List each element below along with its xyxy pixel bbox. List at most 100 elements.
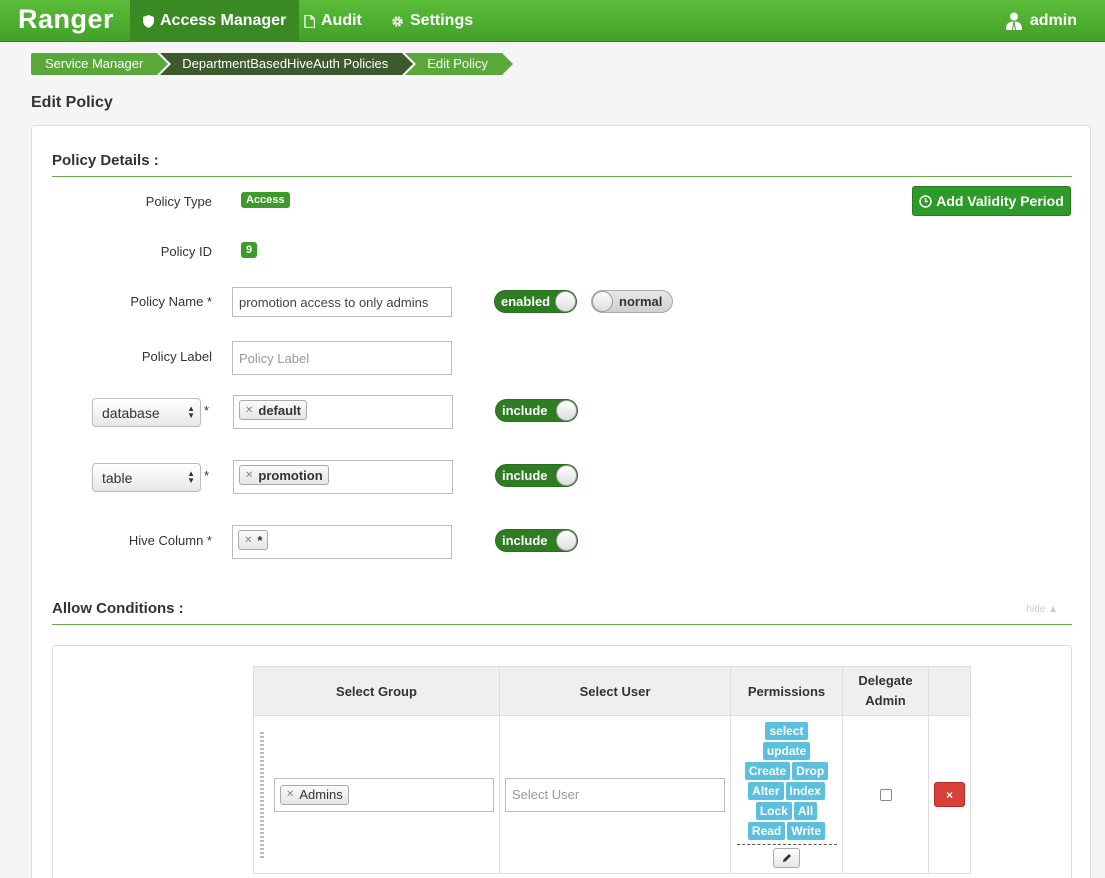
permission-all: All [793, 801, 818, 820]
table-tag: ✕ promotion [239, 465, 329, 485]
permission-create: Create [744, 761, 791, 780]
permission-row: select [764, 721, 808, 740]
remove-tag-icon[interactable]: ✕ [245, 405, 253, 416]
delete-row-button[interactable]: × [934, 782, 965, 807]
group-tag: ✕ Admins [280, 784, 349, 805]
nav-audit[interactable]: Audit [291, 0, 375, 42]
permission-alter: Alter [748, 781, 784, 800]
add-validity-period-label: Add Validity Period [936, 193, 1064, 209]
breadcrumb-policies[interactable]: DepartmentBasedHiveAuth Policies [160, 53, 417, 75]
policy-id-label: Policy ID [160, 244, 212, 259]
required-mark: * [204, 403, 210, 418]
user-name: admin [1029, 12, 1077, 29]
remove-tag-icon[interactable]: ✕ [244, 535, 252, 546]
policy-priority-toggle[interactable]: normal [591, 290, 673, 313]
column-header-select-group: Select Group [253, 666, 500, 716]
policy-label-input[interactable]: Policy Label [232, 341, 452, 375]
policy-form-panel: Policy Details : Policy Type Access Add … [31, 125, 1091, 878]
permission-select: select [765, 721, 808, 740]
hive-column-label: Hive Column * [128, 533, 212, 548]
policy-enabled-toggle-label: enabled [501, 294, 551, 309]
user-select-input[interactable]: Select User [505, 777, 725, 812]
resource-type-select-value: table [102, 469, 133, 486]
permission-write: Write [787, 821, 826, 840]
database-include-toggle[interactable]: include [495, 399, 578, 422]
remove-tag-icon[interactable]: ✕ [286, 789, 294, 800]
policy-details-heading: Policy Details : [52, 152, 1072, 177]
permission-row: Read Write [747, 821, 826, 840]
permission-index: Index [785, 781, 825, 800]
clock-icon [919, 194, 932, 208]
group-tag-label: Admins [299, 787, 343, 802]
permission-read: Read [747, 821, 786, 840]
resource-type-select-database[interactable]: database ▲ ▼ [92, 398, 201, 427]
table-include-toggle[interactable]: include [495, 464, 578, 487]
permission-row: update [762, 741, 811, 760]
page-title: Edit Policy [31, 94, 113, 111]
table-values-input[interactable]: ✕ promotion [233, 460, 453, 494]
shield-icon [143, 14, 154, 28]
hide-section-link[interactable]: hide ▲ [1026, 604, 1058, 615]
policy-label-label: Policy Label [141, 349, 212, 364]
required-mark: * [204, 468, 210, 483]
hide-section-label: hide [1026, 604, 1046, 615]
permission-lock: Lock [755, 801, 792, 820]
toggle-knob [555, 291, 576, 312]
database-values-input[interactable]: ✕ default [233, 395, 453, 429]
database-tag-label: default [258, 402, 302, 418]
column-header-delegate-admin: Delegate Admin [842, 666, 929, 716]
policy-enabled-toggle[interactable]: enabled [494, 290, 577, 313]
drag-handle-icon[interactable] [260, 732, 264, 858]
permissions-list: select update Create Drop Alter Index Lock… [731, 721, 842, 868]
select-arrows-icon: ▲ ▼ [187, 469, 195, 485]
policy-name-input[interactable]: promotion access to only admins [232, 287, 452, 317]
remove-tag-icon[interactable]: ✕ [245, 470, 253, 481]
permission-row: Create Drop [744, 761, 829, 780]
hive-column-tag: ✕ * [238, 530, 269, 550]
database-include-label: include [502, 403, 548, 418]
table-tag-label: promotion [258, 467, 323, 483]
user-menu[interactable]: admin [1005, 0, 1077, 42]
nav-access-manager-label: Access Manager [160, 12, 287, 29]
database-tag: ✕ default [239, 400, 308, 420]
policy-name-label: Policy Name * [130, 294, 212, 309]
edit-permissions-button[interactable] [773, 847, 800, 868]
user-cell: Select User [499, 715, 731, 874]
nav-settings[interactable]: Settings [378, 0, 486, 42]
policy-id-badge: 9 [241, 242, 258, 258]
breadcrumb: Service Manager DepartmentBasedHiveAuth … [31, 53, 516, 75]
top-navbar: Ranger Access Manager Audit Settings adm… [0, 0, 1105, 42]
resource-type-select-table[interactable]: table ▲ ▼ [92, 463, 201, 492]
table-include-label: include [502, 468, 548, 483]
table-row: ✕ Admins Select User select update Create… [253, 715, 971, 874]
nav-audit-label: Audit [321, 12, 362, 29]
delegate-admin-cell [842, 715, 929, 874]
toggle-knob [592, 291, 613, 312]
column-header-select-user: Select User [499, 666, 731, 716]
brand-logo[interactable]: Ranger [18, 4, 114, 35]
group-select-input[interactable]: ✕ Admins [274, 777, 494, 812]
actions-cell: × [928, 715, 971, 874]
delegate-admin-checkbox[interactable] [879, 788, 892, 801]
hive-column-include-toggle[interactable]: include [495, 529, 578, 552]
breadcrumb-service-manager[interactable]: Service Manager [31, 53, 172, 75]
add-validity-period-button[interactable]: Add Validity Period [912, 186, 1071, 216]
hive-column-input[interactable]: ✕ * [232, 525, 452, 559]
toggle-knob [556, 400, 577, 421]
permission-row: Lock All [755, 801, 818, 820]
hive-column-include-label: include [502, 533, 548, 548]
breadcrumb-edit-policy: Edit Policy [405, 53, 516, 75]
permission-update: update [762, 741, 811, 760]
nav-settings-label: Settings [410, 12, 474, 29]
select-arrows-icon: ▲ ▼ [187, 404, 195, 420]
toggle-knob [556, 465, 577, 486]
column-header-permissions: Permissions [730, 666, 843, 716]
toggle-knob [556, 530, 577, 551]
permissions-divider [736, 843, 837, 845]
column-header-actions [928, 666, 971, 716]
table-header-row: Select Group Select User Permissions Del… [253, 666, 971, 716]
gear-icon [392, 15, 403, 27]
allow-conditions-table: Select Group Select User Permissions Del… [253, 666, 971, 874]
policy-type-label: Policy Type [145, 194, 212, 209]
nav-access-manager[interactable]: Access Manager [130, 0, 300, 42]
